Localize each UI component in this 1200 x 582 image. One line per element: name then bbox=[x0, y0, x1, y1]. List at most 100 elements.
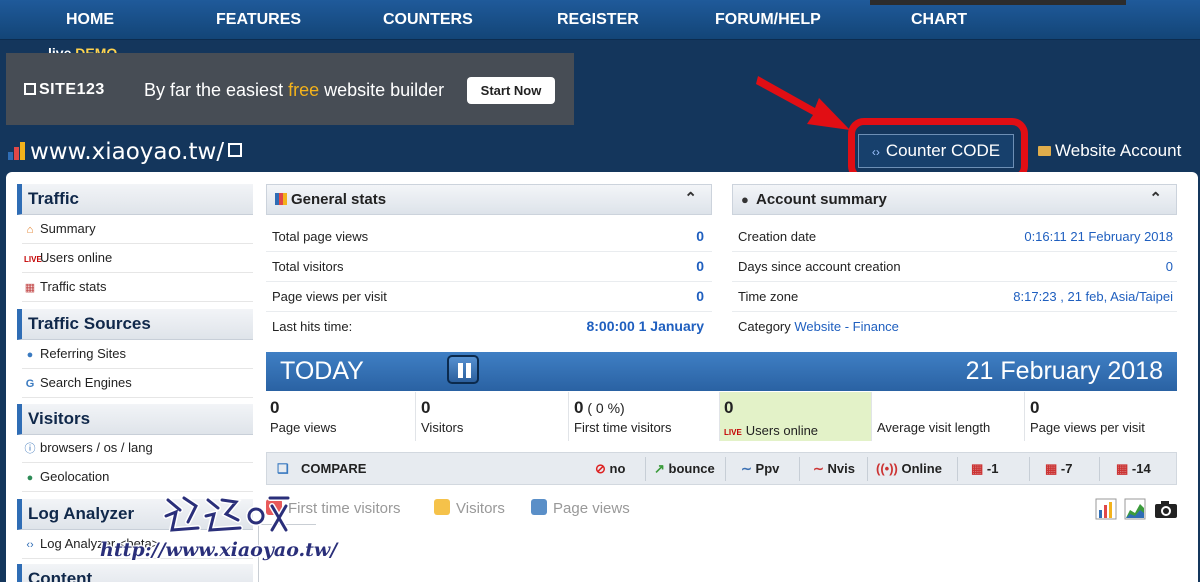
camera-icon[interactable] bbox=[1154, 499, 1178, 519]
sidebar-item-geolocation[interactable]: ● Geolocation bbox=[22, 463, 253, 492]
legend-swatch bbox=[434, 499, 450, 515]
red-arrow-annotation bbox=[756, 76, 850, 130]
nav-forum-help[interactable]: FORUM/HELP bbox=[715, 11, 821, 29]
collapse-chevron-icon[interactable]: ⌃ bbox=[1149, 184, 1162, 213]
bounce-icon: ↗ bbox=[654, 461, 665, 476]
today-stat-pct: ( 0 %) bbox=[583, 400, 625, 416]
user-icon: ● bbox=[741, 192, 749, 207]
sidebar-item-users-online[interactable]: LIVEUsers online bbox=[22, 244, 253, 273]
compare-minus-14-label: -14 bbox=[1131, 461, 1151, 476]
compare-minus-1[interactable]: ▦ -1 bbox=[971, 461, 998, 477]
sidebar-item-summary[interactable]: ⌂ Summary bbox=[22, 215, 253, 244]
account-summary-title: Account summary bbox=[756, 191, 887, 208]
category-link[interactable]: Website - Finance bbox=[794, 319, 899, 334]
compare-bounce-label: bounce bbox=[668, 461, 715, 476]
compare-minus-7[interactable]: ▦ -7 bbox=[1045, 461, 1072, 477]
sidebar-header-visitors[interactable]: Visitors bbox=[17, 404, 253, 435]
folder-icon bbox=[1038, 146, 1051, 156]
ad-tag-before: By far the easiest bbox=[144, 80, 289, 100]
ad-tag-free: free bbox=[288, 80, 320, 100]
sidebar-item-label: Search Engines bbox=[40, 375, 132, 390]
compare-bounce[interactable]: ↗ bounce bbox=[654, 461, 715, 477]
account-value: 0:16:11 21 February 2018 bbox=[1024, 229, 1173, 244]
collapse-chevron-icon[interactable]: ⌃ bbox=[684, 184, 697, 213]
nav-scrollbar[interactable] bbox=[870, 0, 1126, 5]
sidebar-item-label: Referring Sites bbox=[40, 346, 126, 361]
compare-online-label: Online bbox=[901, 461, 942, 476]
account-summary-header[interactable]: ● Account summary ⌃ bbox=[732, 184, 1177, 215]
sidebar-header-traffic-sources[interactable]: Traffic Sources bbox=[17, 309, 253, 340]
top-nav: HOME FEATURES COUNTERS REGISTER FORUM/HE… bbox=[0, 0, 1200, 40]
legend-label: Visitors bbox=[456, 500, 505, 517]
google-icon: G bbox=[25, 378, 35, 390]
today-stat-avg-visit: Average visit length bbox=[873, 392, 1025, 441]
pause-button[interactable] bbox=[447, 355, 479, 384]
sidebar-item-label: Users online bbox=[40, 250, 113, 265]
legend-item-visitors[interactable]: Visitors bbox=[434, 499, 505, 517]
live-demo-text: live bbox=[48, 45, 72, 53]
ppv-chart-icon: ∼ bbox=[741, 461, 752, 476]
compare-bar: ❏ COMPARE ⊘ no ↗ bounce ∼ Ppv ∼ Nvis ((•… bbox=[266, 452, 1177, 485]
no-icon: ⊘ bbox=[595, 461, 606, 476]
account-row: Time zone 8:17:23 , 21 feb, Asia/Taipei bbox=[732, 282, 1177, 312]
calendar-icon: ▦ bbox=[971, 461, 984, 476]
ad-tagline: By far the easiest free website builder bbox=[144, 80, 444, 101]
general-stats-title: General stats bbox=[291, 191, 387, 208]
compare-ppv[interactable]: ∼ Ppv bbox=[741, 461, 779, 477]
account-value: 0 bbox=[1165, 259, 1173, 274]
sidebar-header-content[interactable]: Content bbox=[17, 564, 253, 582]
nav-features[interactable]: FEATURES bbox=[216, 11, 301, 29]
today-stat-value: 0 bbox=[1030, 398, 1040, 417]
bar-chart-toggle-icon[interactable] bbox=[1095, 498, 1117, 520]
ad-banner[interactable]: SITE123 By far the easiest free website … bbox=[6, 53, 574, 125]
account-row: Days since account creation 0 bbox=[732, 252, 1177, 282]
today-stat-label: Visitors bbox=[421, 420, 464, 435]
account-row: Category Website - Finance bbox=[732, 312, 1177, 342]
legend-item-page-views[interactable]: Page views bbox=[531, 499, 630, 517]
area-chart-toggle-icon[interactable] bbox=[1124, 498, 1146, 520]
bar-chart-icon bbox=[275, 193, 287, 205]
sidebar-item-label: Geolocation bbox=[40, 469, 110, 484]
sidebar-item-traffic-stats[interactable]: ▦ Traffic stats bbox=[22, 273, 253, 302]
compare-nvis[interactable]: ∼ Nvis bbox=[813, 461, 855, 477]
xiaoyao-logo-watermark bbox=[163, 495, 291, 534]
general-stats-header[interactable]: General stats ⌃ bbox=[266, 184, 712, 215]
watermark-url: http://www.xiaoyao.tw/ bbox=[100, 539, 338, 561]
nav-home[interactable]: HOME bbox=[66, 11, 114, 29]
compare-minus-7-label: -7 bbox=[1060, 461, 1073, 476]
compare-minus-14[interactable]: ▦ -14 bbox=[1116, 461, 1151, 477]
site-url[interactable]: www.xiaoyao.tw/ bbox=[30, 139, 224, 165]
start-now-button[interactable]: Start Now bbox=[467, 77, 555, 104]
sidebar-item-referring-sites[interactable]: ● Referring Sites bbox=[22, 340, 253, 369]
stat-row: Total visitors 0 bbox=[266, 252, 712, 282]
info-icon: ⓘ bbox=[24, 443, 36, 455]
compare-icon: ❏ bbox=[277, 461, 289, 476]
pause-icon bbox=[458, 363, 463, 378]
nav-chart[interactable]: CHART bbox=[911, 11, 967, 29]
live-icon: LIVE bbox=[724, 428, 742, 437]
today-stat-ppv: 0 Page views per visit bbox=[1026, 392, 1177, 441]
live-icon: LIVE bbox=[24, 255, 42, 264]
live-demo-label: live DEMO bbox=[48, 45, 117, 53]
compare-online[interactable]: ((•)) Online bbox=[876, 461, 942, 476]
nvis-chart-icon: ∼ bbox=[813, 461, 824, 476]
account-label: Time zone bbox=[738, 289, 799, 304]
today-stat-label: Average visit length bbox=[877, 420, 991, 435]
account-label: Creation date bbox=[738, 229, 817, 244]
nav-counters[interactable]: COUNTERS bbox=[383, 11, 473, 29]
sidebar-item-search-engines[interactable]: G Search Engines bbox=[22, 369, 253, 398]
calendar-icon: ▦ bbox=[1116, 461, 1129, 476]
external-link-icon[interactable] bbox=[228, 143, 243, 157]
website-account-button[interactable]: Website Account bbox=[1030, 135, 1190, 167]
today-stat-page-views: 0 Page views bbox=[266, 392, 416, 441]
nav-register[interactable]: REGISTER bbox=[557, 11, 639, 29]
website-account-label: Website Account bbox=[1055, 141, 1182, 160]
stat-label: Total page views bbox=[272, 229, 369, 244]
account-row: Creation date 0:16:11 21 February 2018 bbox=[732, 222, 1177, 252]
sidebar-item-browsers[interactable]: ⓘ browsers / os / lang bbox=[22, 434, 253, 463]
sidebar-header-traffic[interactable]: Traffic bbox=[17, 184, 253, 215]
today-stat-users-online[interactable]: 0 LIVE Users online bbox=[720, 392, 872, 441]
compare-no[interactable]: ⊘ no bbox=[595, 461, 625, 477]
site123-logo: SITE123 bbox=[24, 81, 105, 99]
today-stat-value: 0 bbox=[724, 398, 734, 417]
